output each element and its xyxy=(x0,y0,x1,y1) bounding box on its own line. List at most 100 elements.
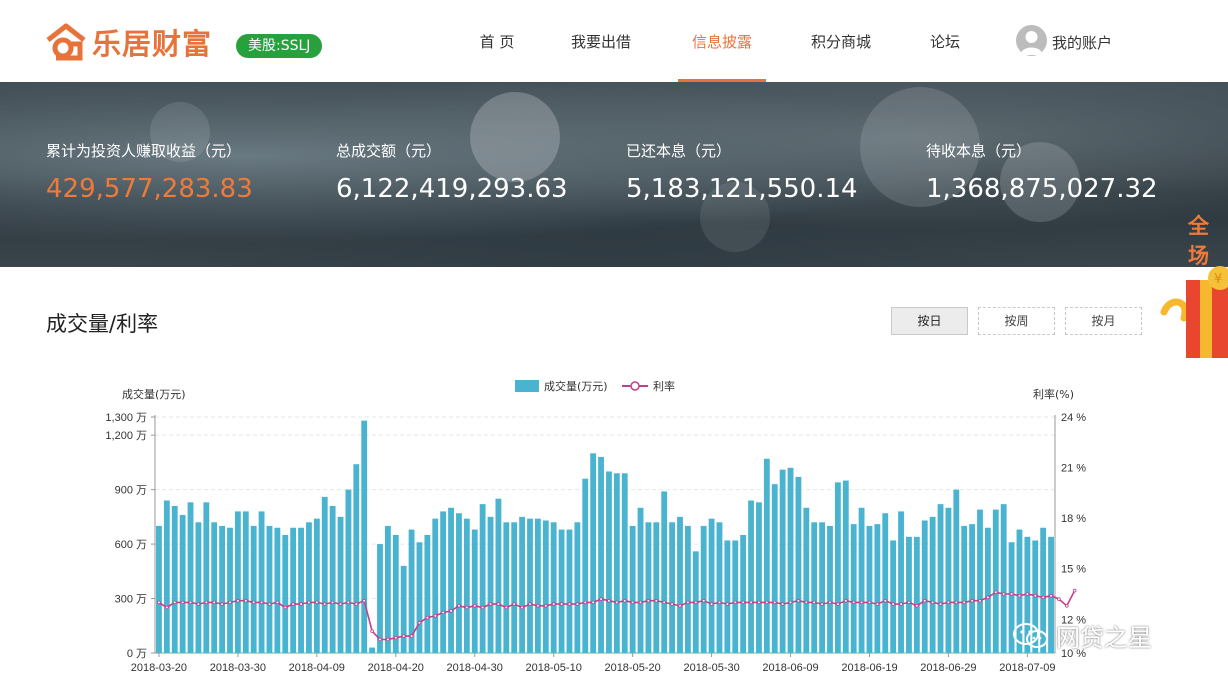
rate-point xyxy=(559,602,564,606)
rate-point xyxy=(401,634,406,638)
chart-bar xyxy=(416,542,423,653)
rate-point xyxy=(986,595,990,600)
y-left-axis-title: 成交量(万元) xyxy=(122,387,186,401)
chart-bar xyxy=(448,507,454,653)
y-left-tick-label: 0 万 xyxy=(127,648,147,660)
chart-bar xyxy=(1000,504,1007,653)
chart-bar xyxy=(929,516,936,653)
chart-bar xyxy=(779,469,786,653)
rate-point xyxy=(630,600,635,605)
x-tick-label: 2018-04-09 xyxy=(289,662,345,674)
my-account-link[interactable]: 我的账户 xyxy=(1052,32,1112,53)
period-daily-button[interactable]: 按日 xyxy=(891,307,968,335)
chart-bar xyxy=(329,505,336,653)
rate-point xyxy=(259,600,264,605)
chart-bar xyxy=(495,498,502,653)
chart-bar xyxy=(527,518,533,653)
chart-bar xyxy=(866,525,873,653)
rate-point xyxy=(386,637,390,642)
chart-bar xyxy=(258,511,265,653)
chart-bar xyxy=(306,522,312,653)
stat-label-repaid: 已还本息（元） xyxy=(626,142,732,160)
rate-point xyxy=(188,600,193,605)
y-right-tick-label: 21 % xyxy=(1061,463,1086,475)
chart-bar xyxy=(795,476,802,653)
chart-bar xyxy=(677,516,683,653)
rate-point xyxy=(820,602,824,606)
chart-bar xyxy=(945,507,952,653)
rate-point xyxy=(354,602,359,606)
x-tick-label: 2018-06-19 xyxy=(841,662,897,674)
rate-point xyxy=(1001,592,1006,596)
rate-point xyxy=(220,602,224,606)
chart-bar xyxy=(740,535,747,653)
x-tick-label: 2018-03-20 xyxy=(131,662,187,674)
chart-bar xyxy=(969,524,976,653)
rate-point xyxy=(496,602,501,606)
rate-point xyxy=(520,605,524,610)
nav-invest[interactable]: 我要出借 xyxy=(560,0,642,82)
y-left-tick-label: 600 万 xyxy=(115,539,147,551)
chart-bar xyxy=(321,496,328,653)
rate-point xyxy=(370,629,374,633)
rate-point xyxy=(930,600,935,605)
chart-bar xyxy=(961,525,968,653)
rate-point xyxy=(409,634,414,638)
legend-marker-rate xyxy=(630,381,640,391)
rate-point xyxy=(322,602,327,606)
chart-bar xyxy=(874,524,881,653)
chart-bar xyxy=(921,520,928,653)
period-monthly-button[interactable]: 按月 xyxy=(1065,307,1142,335)
stat-label-pending: 待收本息（元） xyxy=(926,142,1032,160)
chart-bar xyxy=(842,480,849,653)
user-avatar-icon[interactable] xyxy=(1016,25,1047,56)
chart-bar xyxy=(708,518,715,653)
rate-point xyxy=(536,604,540,608)
chart-bar xyxy=(684,525,691,653)
brand-logo[interactable]: 乐居财富 xyxy=(44,22,212,62)
nav-points-mall[interactable]: 积分商城 xyxy=(800,0,882,82)
rate-point xyxy=(551,602,556,606)
x-tick-label: 2018-07-09 xyxy=(999,662,1055,674)
rate-point xyxy=(693,600,698,605)
rate-point xyxy=(891,602,895,606)
chart-bar xyxy=(621,473,628,653)
chart-bar xyxy=(787,467,794,653)
rate-point xyxy=(654,598,659,603)
chart-bar xyxy=(629,525,636,653)
chart-bar xyxy=(392,535,399,653)
chart-bar xyxy=(234,511,241,653)
legend-label-volume: 成交量(万元) xyxy=(544,379,608,393)
rate-point xyxy=(614,600,619,605)
chart-bar xyxy=(400,565,407,653)
rate-point xyxy=(796,598,801,603)
rate-point xyxy=(504,605,509,610)
legend-label-rate: 利率 xyxy=(653,379,675,393)
chart-bar xyxy=(163,500,170,653)
nav-disclosure[interactable]: 信息披露 xyxy=(678,0,766,82)
chart-bar xyxy=(606,471,612,653)
rate-point xyxy=(970,598,974,603)
legend-swatch-volume xyxy=(515,380,539,392)
watermark-text: 网贷之星 xyxy=(1056,624,1152,652)
rate-point xyxy=(599,597,603,601)
chart-bar xyxy=(542,520,549,653)
rate-point xyxy=(1065,604,1069,608)
chart-bar xyxy=(487,516,494,653)
period-weekly-button[interactable]: 按周 xyxy=(978,307,1055,335)
rate-point xyxy=(165,605,169,610)
gift-box-icon[interactable]: ¥ xyxy=(1160,260,1228,360)
nav-home[interactable]: 首 页 xyxy=(458,0,536,82)
nav-forum[interactable]: 论坛 xyxy=(918,0,972,82)
chart-bar xyxy=(353,464,360,653)
x-tick-label: 2018-05-20 xyxy=(604,662,660,674)
rate-point xyxy=(449,609,453,613)
stat-value-total-volume: 6,122,419,293.63 xyxy=(336,174,568,204)
rate-point xyxy=(914,604,919,608)
chart-bar xyxy=(858,507,865,653)
rate-point xyxy=(472,604,477,608)
x-tick-label: 2018-03-30 xyxy=(210,662,266,674)
y-right-tick-label: 18 % xyxy=(1061,513,1086,525)
rate-point xyxy=(283,605,288,610)
rate-point xyxy=(362,598,367,603)
